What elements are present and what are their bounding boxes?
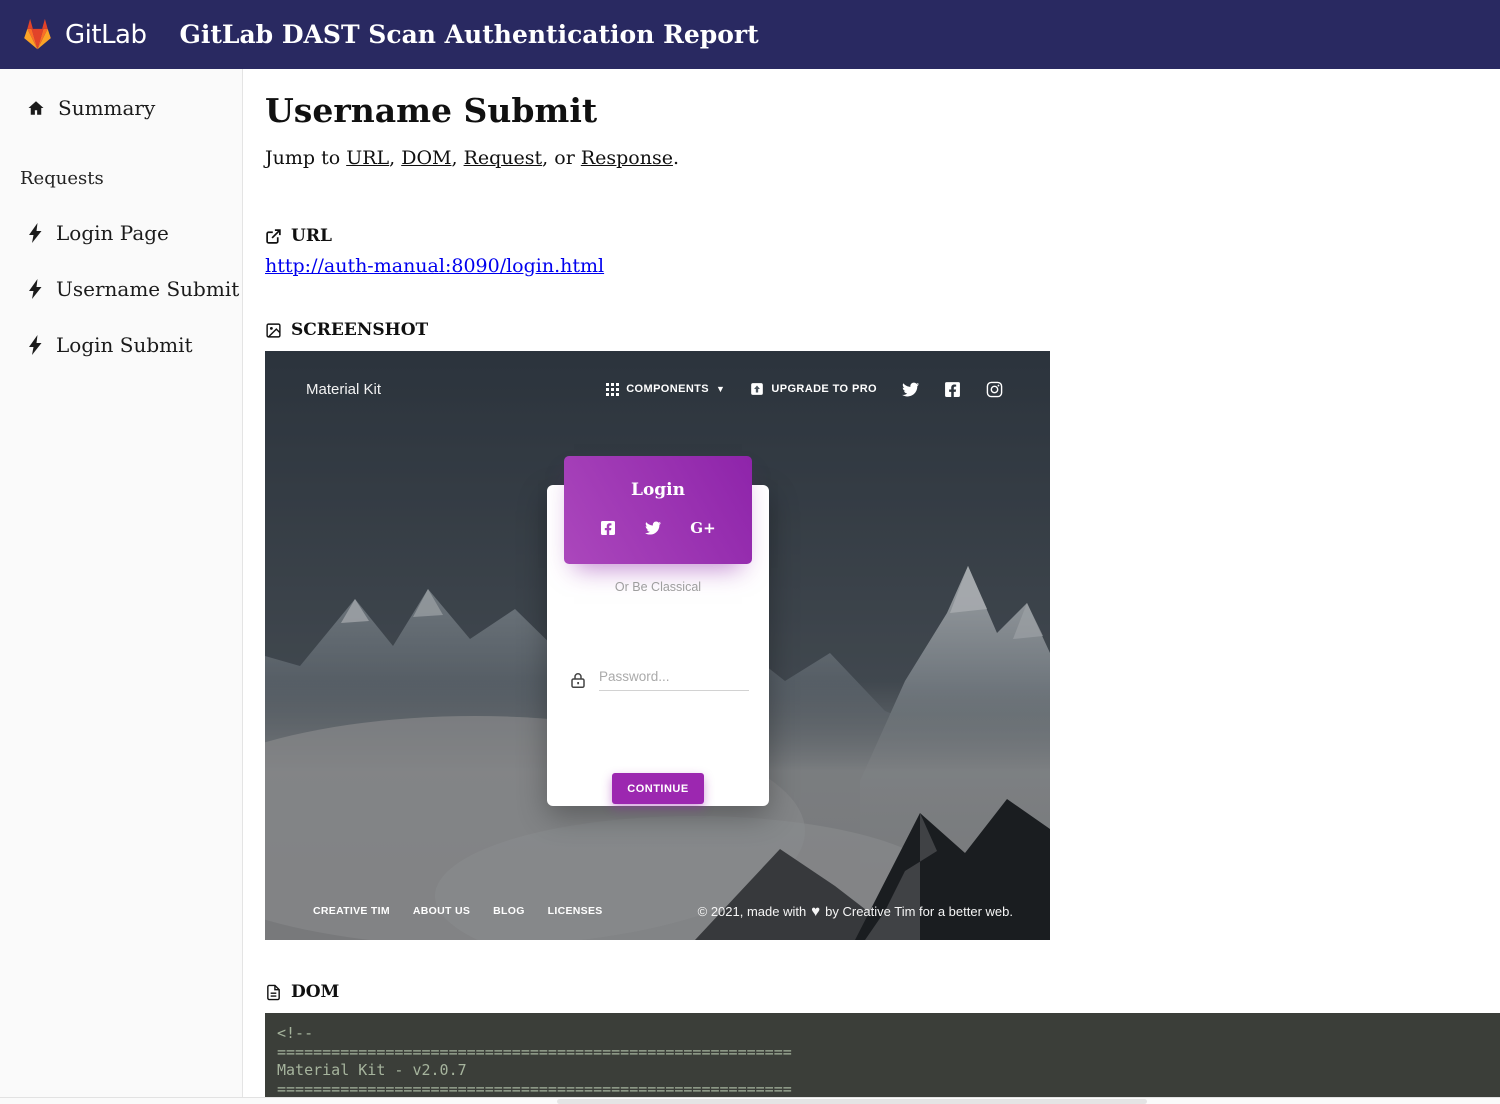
upgrade-to-pro-button[interactable]: UPGRADE TO PRO [750,382,877,396]
document-icon [265,984,282,1001]
jump-sep: , [451,147,463,169]
code-line: ========================================… [277,1043,1500,1062]
jump-link-response[interactable]: Response [581,147,673,169]
or-be-classical-text: Or Be Classical [547,580,769,594]
material-kit-brand[interactable]: Material Kit [306,381,381,398]
upgrade-label: UPGRADE TO PRO [771,383,877,395]
report-title: GitLab DAST Scan Authentication Report [180,20,759,49]
gitlab-brand: GitLab [65,20,147,50]
login-card-header: Login G+ [564,456,752,564]
upgrade-icon [750,382,764,396]
copyright-suffix: by Creative Tim for a better web. [825,904,1013,919]
footer-link-blog[interactable]: BLOG [493,905,525,917]
code-line: ========================================… [277,1080,1500,1098]
jump-link-url[interactable]: URL [346,147,389,169]
screenshot-label: SCREENSHOT [291,320,428,340]
sidebar-item-summary[interactable]: Summary [27,96,242,120]
target-url-link[interactable]: http://auth-manual:8090/login.html [265,255,604,277]
dom-code-block[interactable]: <!-- ===================================… [265,1013,1500,1097]
summary-label: Summary [58,96,155,120]
jump-link-request[interactable]: Request [464,147,543,169]
heart-icon: ♥ [811,903,820,920]
login-social-buttons: G+ [564,519,752,537]
requests-heading: Requests [20,168,242,189]
lightning-icon [29,335,42,355]
sidebar-item-label: Login Page [56,221,169,245]
gitlab-tanuki-icon [19,17,56,52]
components-label: COMPONENTS [626,383,709,395]
footer-link-creative-tim[interactable]: CREATIVE TIM [313,905,390,917]
jump-or: , or [542,147,581,169]
url-section-header: URL [265,226,1500,246]
footer-link-licenses[interactable]: LICENSES [548,905,603,917]
password-row [569,665,749,691]
google-plus-icon[interactable]: G+ [690,519,715,537]
external-link-icon [265,228,282,245]
main-content: Username Submit Jump to URL, DOM, Reques… [244,69,1500,1097]
twitter-icon[interactable] [902,381,919,398]
password-input[interactable] [599,665,749,691]
sidebar-item-label: Username Submit [56,277,239,301]
app-header: GitLab GitLab DAST Scan Authentication R… [0,0,1500,69]
continue-button[interactable]: CONTINUE [612,773,704,804]
code-line: Material Kit - v2.0.7 [277,1061,1500,1080]
screenshot-section-header: SCREENSHOT [265,320,1500,340]
copyright-prefix: © 2021, made with [698,904,807,919]
jump-to-line: Jump to URL, DOM, Request, or Response. [265,147,1500,169]
footer-link-about-us[interactable]: ABOUT US [413,905,470,917]
twitter-icon[interactable] [645,520,661,536]
jump-end: . [673,147,679,169]
jump-link-dom[interactable]: DOM [401,147,451,169]
dom-section-header: DOM [265,982,1500,1002]
image-icon [265,322,282,339]
login-card: Login G+ Or Be Classical [547,485,769,806]
scrollbar-thumb[interactable] [557,1099,1147,1104]
dom-label: DOM [291,982,339,1002]
code-line: <!-- [277,1024,1500,1043]
navbar-right: COMPONENTS ▼ UPGRADE TO PRO [606,351,1003,427]
facebook-icon[interactable] [600,520,616,536]
sidebar-item-username-submit[interactable]: Username Submit [29,277,242,301]
material-kit-navbar: Material Kit COMPONENTS ▼ [265,351,1050,427]
footer-links: CREATIVE TIM ABOUT US BLOG LICENSES [313,905,603,917]
lightning-icon [29,223,42,243]
jump-prefix: Jump to [265,147,346,169]
grid-icon [606,383,619,396]
components-menu[interactable]: COMPONENTS ▼ [606,383,725,396]
url-section: URL http://auth-manual:8090/login.html [265,226,1500,277]
facebook-icon[interactable] [944,381,961,398]
chevron-down-icon: ▼ [716,384,725,394]
url-label: URL [291,226,332,246]
screenshot-section: SCREENSHOT [265,320,1500,940]
lock-icon [569,670,587,691]
sidebar-item-label: Login Submit [56,333,193,357]
footer-copyright: © 2021, made with ♥ by Creative Tim for … [698,903,1013,920]
lightning-icon [29,279,42,299]
horizontal-scrollbar[interactable] [0,1097,1500,1104]
sidebar-item-login-page[interactable]: Login Page [29,221,242,245]
sidebar-item-login-submit[interactable]: Login Submit [29,333,242,357]
login-title: Login [564,456,752,500]
dom-section: DOM <!-- ===============================… [265,982,1500,1097]
page-title: Username Submit [265,91,1500,130]
home-icon [27,99,45,117]
sidebar: Summary Requests Login Page Username Sub… [0,69,243,1097]
instagram-icon[interactable] [986,381,1003,398]
embedded-screenshot: Material Kit COMPONENTS ▼ [265,351,1050,940]
jump-sep: , [389,147,401,169]
material-kit-footer: CREATIVE TIM ABOUT US BLOG LICENSES © 20… [265,896,1050,926]
